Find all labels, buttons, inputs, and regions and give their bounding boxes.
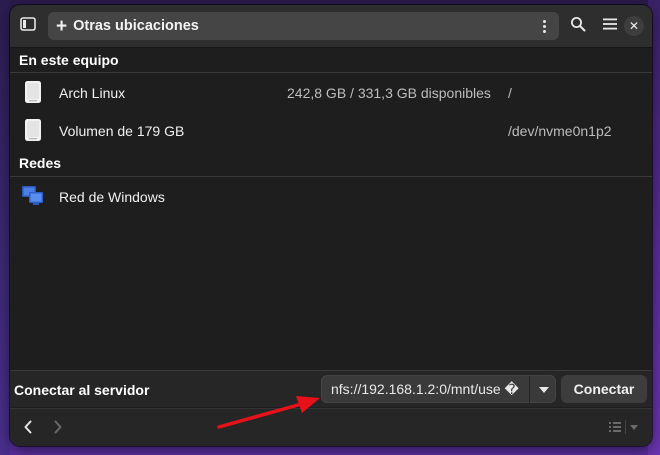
drive-available-space: 242,8 GB / 331,3 GB disponibles (287, 85, 491, 101)
location-label: Otras ubicaciones (73, 18, 199, 34)
drive-mount-point: / (508, 85, 512, 101)
file-chooser-window: + Otras ubicaciones ✕ En este equipo Arc… (10, 5, 652, 446)
sidebar-icon (20, 16, 36, 36)
search-icon (570, 16, 586, 37)
close-button[interactable]: ✕ (624, 16, 644, 36)
drive-name: Arch Linux (59, 85, 126, 101)
network-row-windows[interactable]: Red de Windows (10, 179, 652, 215)
drive-name: Volumen de 179 GB (59, 123, 185, 139)
server-history-dropdown-button[interactable] (530, 376, 557, 402)
chevron-down-icon (538, 380, 549, 398)
sidebar-toggle-button[interactable] (13, 12, 43, 40)
search-button[interactable] (563, 12, 593, 40)
drive-icon (24, 80, 42, 109)
location-pathbar[interactable]: + Otras ubicaciones (48, 12, 559, 40)
connect-to-server-label: Conectar al servidor (14, 382, 150, 398)
back-arrow-icon (23, 420, 33, 439)
divider (10, 176, 652, 177)
footer-bar (10, 408, 652, 446)
header-bar: + Otras ubicaciones ✕ (10, 5, 652, 48)
view-mode-button[interactable] (606, 418, 642, 440)
section-this-computer-heading: En este equipo (19, 52, 119, 68)
drive-device-path: /dev/nvme0n1p2 (508, 123, 612, 139)
main-menu-button[interactable] (595, 12, 625, 40)
drive-row-volume-179gb[interactable]: Volumen de 179 GB /dev/nvme0n1p2 (10, 112, 652, 148)
hamburger-icon (603, 17, 617, 35)
list-view-icon (607, 419, 641, 439)
plus-icon: + (56, 15, 68, 37)
kebab-menu-icon[interactable] (535, 16, 553, 36)
desktop-background-left (0, 0, 10, 455)
close-icon: ✕ (628, 19, 640, 33)
connect-to-server-bar: Conectar al servidor Conectar (10, 370, 652, 407)
section-networks-heading: Redes (19, 155, 62, 171)
divider (10, 72, 652, 73)
network-name: Red de Windows (59, 189, 165, 205)
drive-icon (24, 118, 42, 147)
network-icon (21, 185, 45, 212)
connect-button[interactable]: Conectar (561, 375, 647, 403)
forward-button[interactable] (47, 418, 69, 440)
back-button[interactable] (17, 418, 39, 440)
drive-row-arch-linux[interactable]: Arch Linux 242,8 GB / 331,3 GB disponibl… (10, 75, 652, 111)
server-address-input[interactable] (322, 381, 525, 397)
server-address-combo (321, 375, 557, 404)
forward-arrow-icon (53, 420, 63, 439)
